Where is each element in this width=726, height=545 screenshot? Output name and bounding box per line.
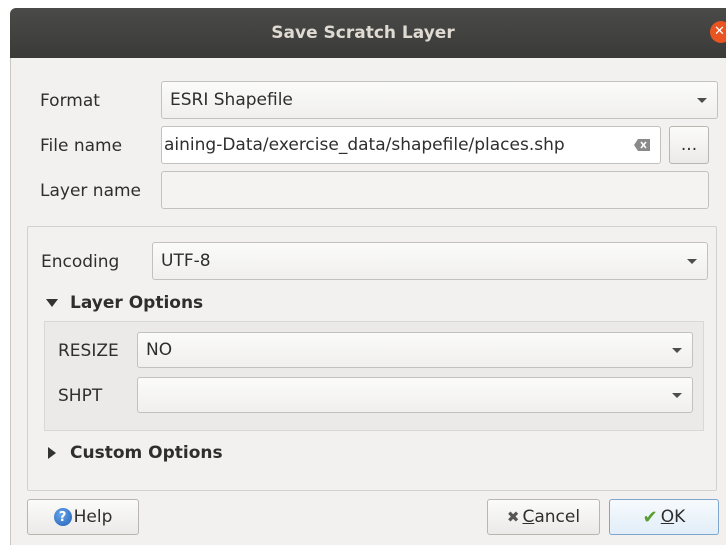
options-group: Encoding UTF-8 Layer Options RESIZE NO S… xyxy=(27,226,717,491)
chevron-down-icon xyxy=(687,259,697,264)
ok-label-rest: K xyxy=(674,507,686,527)
encoding-label: Encoding xyxy=(41,252,120,272)
shpt-label: SHPT xyxy=(58,386,103,406)
window-title: Save Scratch Layer xyxy=(271,23,455,43)
close-icon[interactable]: ✕ xyxy=(710,21,726,43)
ok-button[interactable]: ✔ OK xyxy=(609,499,719,535)
chevron-down-icon xyxy=(697,98,707,103)
layer-options-panel: RESIZE NO SHPT xyxy=(44,321,704,431)
layername-label: Layer name xyxy=(40,181,142,201)
cancel-icon: ✖ xyxy=(506,508,520,526)
format-label: Format xyxy=(40,91,100,111)
title-bar: Save Scratch Layer ✕ xyxy=(10,8,726,58)
layer-options-title: Layer Options xyxy=(70,293,204,313)
encoding-select[interactable]: UTF-8 xyxy=(152,242,708,280)
filename-value: aining-Data/exercise_data/shapefile/plac… xyxy=(164,135,565,155)
expand-arrow-icon xyxy=(48,447,56,459)
help-button-label: Help xyxy=(73,507,113,527)
resize-select[interactable]: NO xyxy=(137,332,693,368)
cancel-label-rest: ancel xyxy=(534,507,581,527)
custom-options-title: Custom Options xyxy=(70,443,223,463)
save-scratch-layer-dialog: Format ESRI Shapefile File name aining-D… xyxy=(10,58,726,545)
collapse-arrow-icon xyxy=(46,299,58,307)
help-button[interactable]: ? Help xyxy=(27,499,139,535)
browse-button[interactable]: ... xyxy=(669,126,709,164)
clear-text-icon[interactable] xyxy=(634,139,650,151)
checkmark-icon: ✔ xyxy=(642,506,658,528)
cancel-button[interactable]: ✖ Cancel xyxy=(487,499,600,535)
filename-input[interactable]: aining-Data/exercise_data/shapefile/plac… xyxy=(161,126,661,164)
filename-label: File name xyxy=(40,136,123,156)
layername-input[interactable] xyxy=(161,171,709,209)
resize-value: NO xyxy=(146,340,173,360)
custom-options-toggle[interactable]: Custom Options xyxy=(44,440,223,466)
cancel-mnemonic: C xyxy=(522,507,535,527)
encoding-value: UTF-8 xyxy=(161,251,211,271)
chevron-down-icon xyxy=(672,393,682,398)
format-select[interactable]: ESRI Shapefile xyxy=(161,81,718,119)
help-icon: ? xyxy=(53,508,72,526)
chevron-down-icon xyxy=(672,348,682,353)
shpt-select[interactable] xyxy=(137,377,693,413)
format-value: ESRI Shapefile xyxy=(170,90,293,110)
resize-label: RESIZE xyxy=(58,341,119,361)
layer-options-toggle[interactable]: Layer Options xyxy=(44,290,203,316)
ok-mnemonic: O xyxy=(660,507,675,527)
